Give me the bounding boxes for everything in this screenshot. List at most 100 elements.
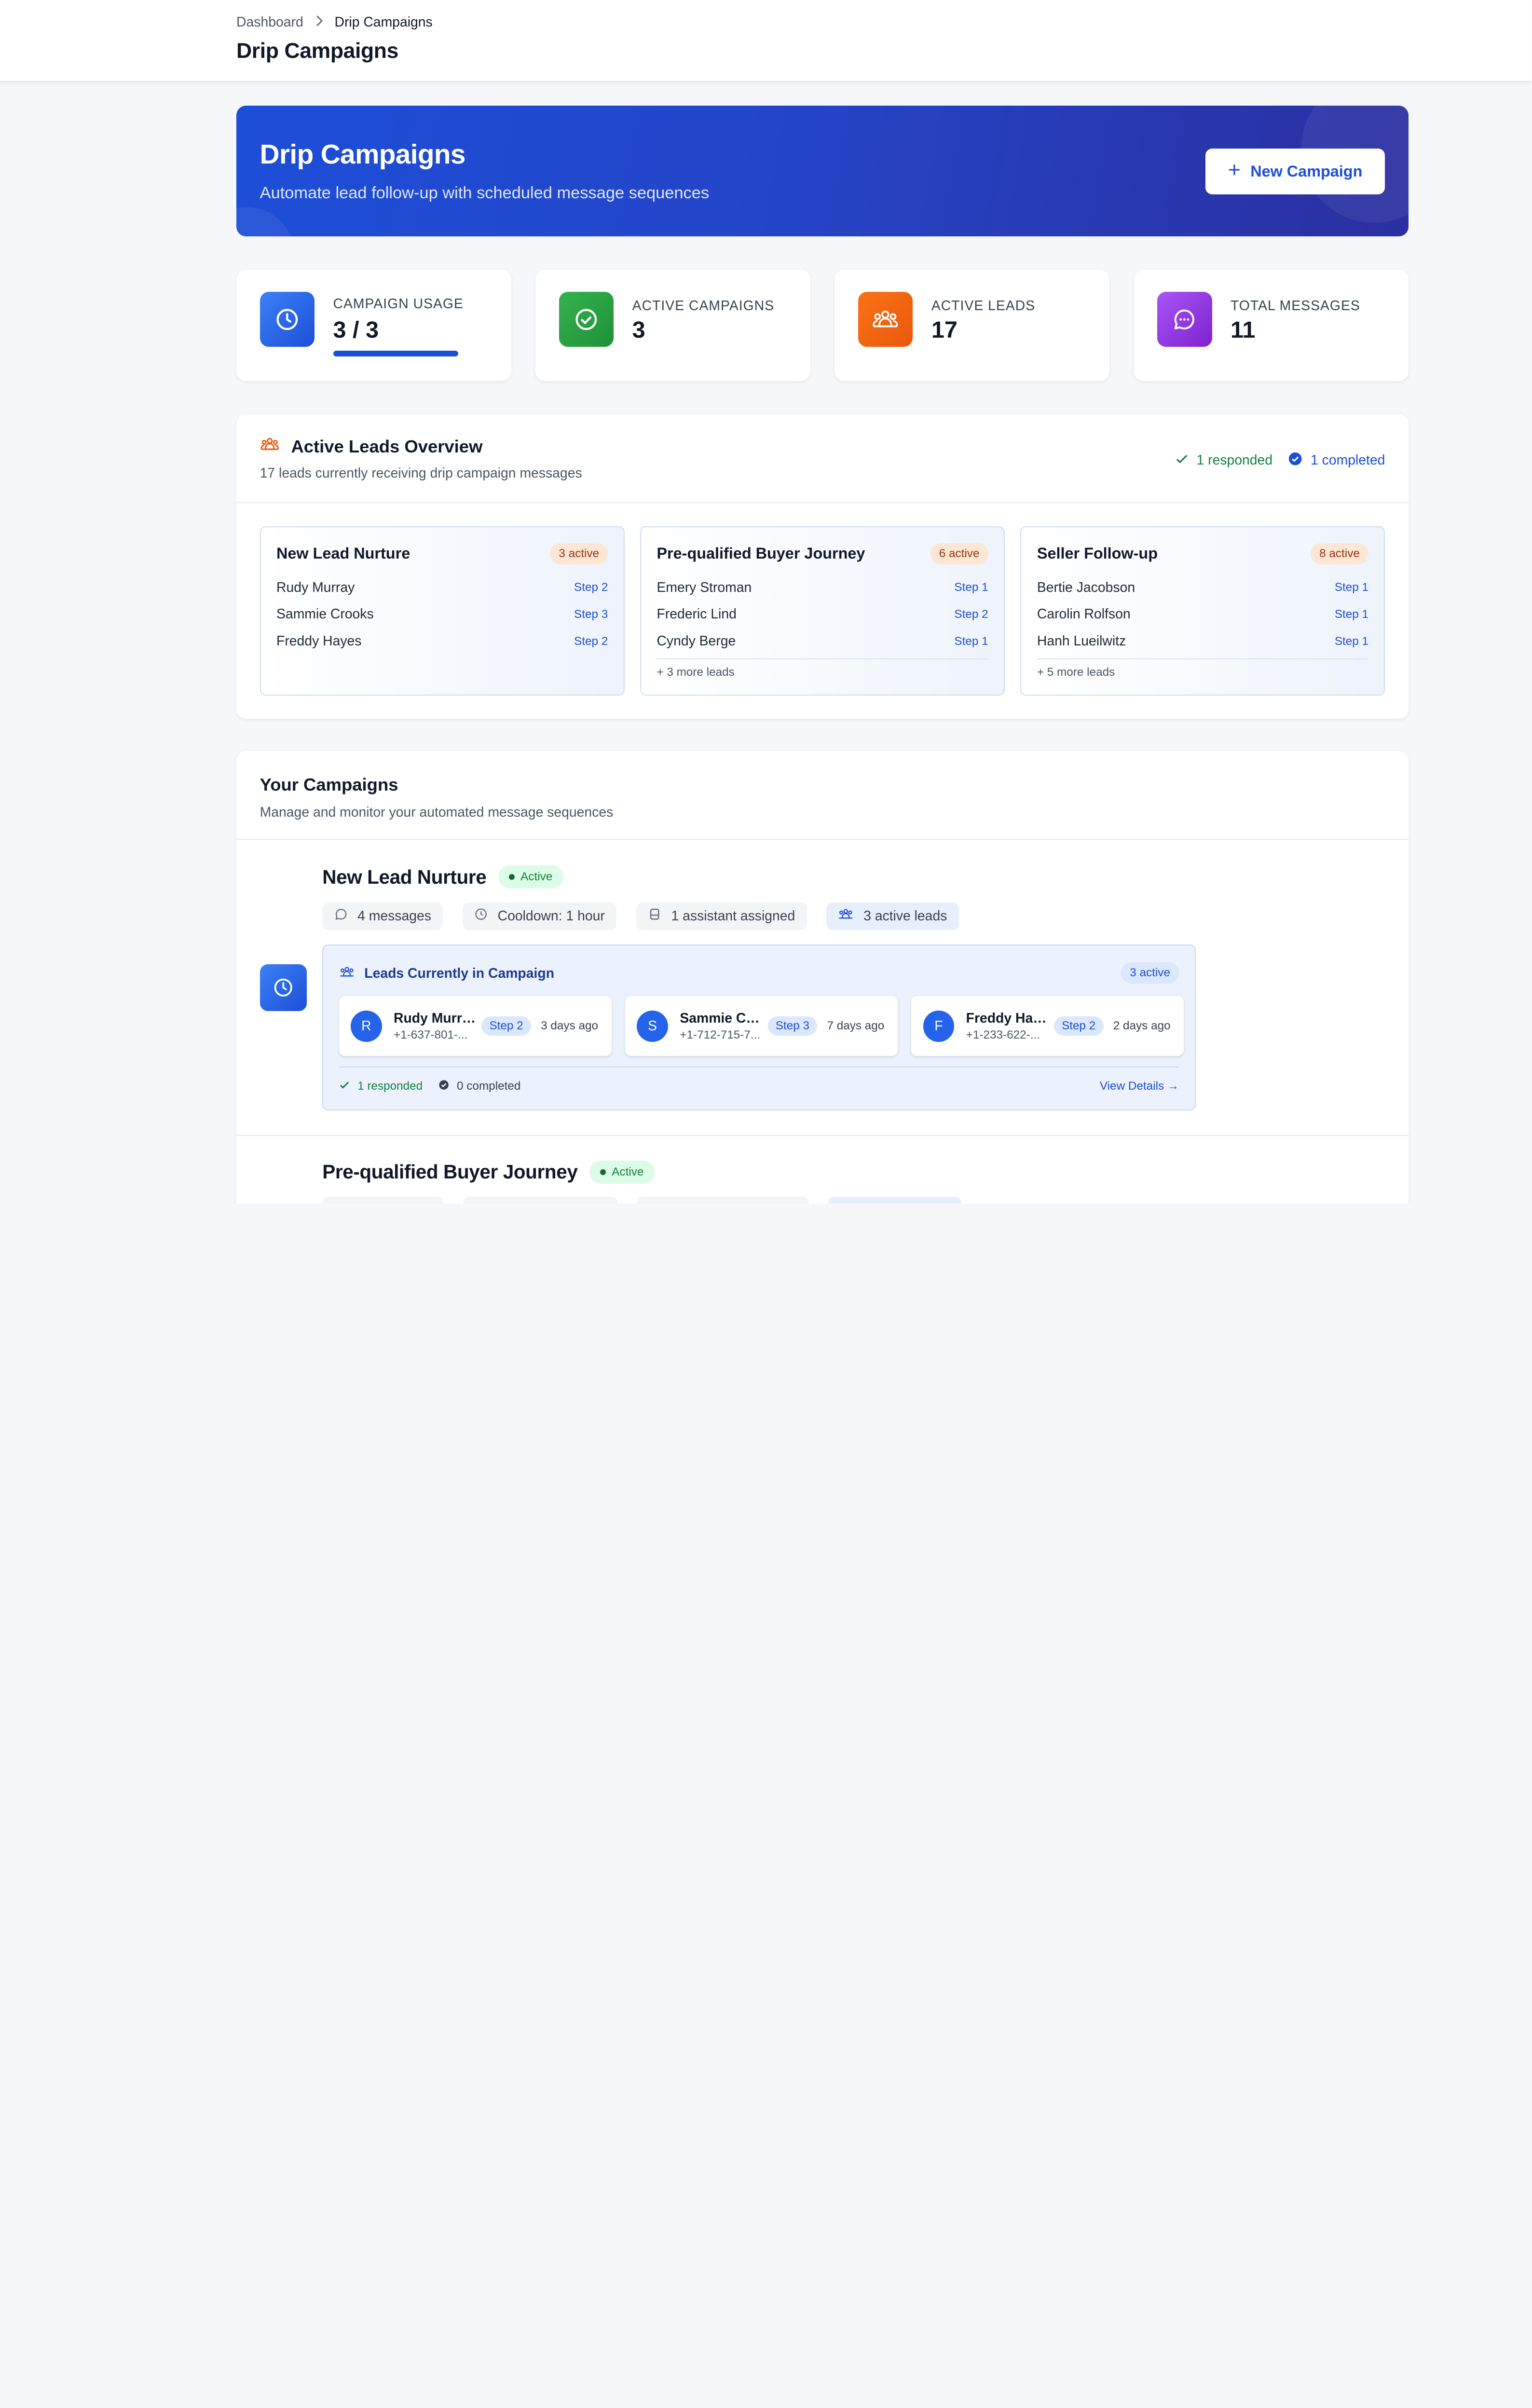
- active-count-badge: 3 active: [550, 543, 608, 565]
- chip: [828, 1196, 961, 1204]
- check-badge-icon: [438, 1080, 449, 1094]
- users-icon: [858, 292, 913, 347]
- overview-column[interactable]: Seller Follow-up 8 active Bertie Jacobso…: [1020, 526, 1385, 696]
- campaigns-title: Your Campaigns: [260, 774, 398, 794]
- clock-icon: [260, 292, 315, 347]
- lead-step: Step 2: [574, 634, 608, 648]
- assistants-label: 1 assistant assigned: [671, 908, 795, 924]
- responded-count: 1 responded: [339, 1080, 423, 1094]
- lead-step: Step 2: [954, 607, 988, 621]
- chat-icon: [1157, 292, 1212, 347]
- status-label: Active: [612, 1165, 644, 1178]
- lead-name: Rudy Murray: [394, 1010, 476, 1026]
- messages-chip: 4 messages: [322, 903, 443, 930]
- leads-count-badge: 3 active: [1121, 962, 1179, 984]
- stat-label: ACTIVE CAMPAIGNS: [632, 298, 775, 314]
- leads-box-title-label: Leads Currently in Campaign: [364, 966, 555, 982]
- lead-cards: R Rudy Murray +1-637-801-... Step 2 3 da…: [339, 996, 1184, 1056]
- lead-time: 3 days ago: [541, 1019, 598, 1033]
- stats-row: CAMPAIGN USAGE 3 / 3 ACTIVE CAMPAIGNS 3 …: [236, 269, 1409, 381]
- campaign-chips: 4 messages Cooldown: 1 hour 1 assistant …: [322, 903, 959, 930]
- lead-time: 2 days ago: [1113, 1019, 1171, 1033]
- status-badge: Active: [589, 1160, 655, 1184]
- more-leads[interactable]: + 3 more leads: [657, 658, 988, 679]
- lead-name: Emery Stroman: [657, 579, 752, 595]
- overview-column[interactable]: New Lead Nurture 3 active Rudy Murray St…: [260, 526, 625, 696]
- lead-row[interactable]: Sammie Crooks Step 3: [276, 601, 608, 628]
- lead-name: Rudy Murray: [276, 579, 355, 595]
- lead-step: Step 1: [1334, 634, 1369, 648]
- avatar: R: [350, 1010, 382, 1042]
- chat-icon: [334, 907, 348, 925]
- leads-in-campaign: Leads Currently in Campaign 3 active R R…: [322, 944, 1196, 1111]
- lead-name: Sammie Cr...: [680, 1010, 762, 1026]
- lead-phone: +1-233-622-...: [966, 1028, 1040, 1041]
- lead-step: Step 1: [1334, 607, 1369, 621]
- responded-count: 1 responded: [1175, 452, 1272, 470]
- stat-campaign-usage: CAMPAIGN USAGE 3 / 3: [236, 269, 511, 381]
- avatar: S: [637, 1010, 669, 1042]
- status-badge: Active: [498, 865, 563, 889]
- column-title: Pre-qualified Buyer Journey: [657, 545, 865, 562]
- lead-row[interactable]: Cyndy Berge Step 1: [657, 628, 988, 655]
- lead-row[interactable]: Rudy Murray Step 2: [276, 574, 608, 601]
- assistant-icon: [648, 907, 661, 925]
- overview-column[interactable]: Pre-qualified Buyer Journey 6 active Eme…: [640, 526, 1005, 696]
- stat-value: 3: [632, 317, 645, 343]
- leads-box-title: Leads Currently in Campaign: [339, 965, 554, 983]
- active-leads-chip: 3 active leads: [826, 903, 959, 930]
- check-circle-icon: [559, 292, 614, 347]
- hero-banner: Drip Campaigns Automate lead follow-up w…: [236, 105, 1409, 237]
- page-title: Drip Campaigns: [236, 39, 398, 63]
- usage-progress-fill: [333, 350, 458, 357]
- completed-count: 1 completed: [1288, 452, 1385, 470]
- campaign-header: New Lead Nurture Active: [322, 865, 563, 889]
- lead-name: Cyndy Berge: [657, 633, 736, 649]
- responded-label: 1 responded: [357, 1080, 423, 1093]
- lead-row[interactable]: Hanh Lueilwitz Step 1: [1037, 628, 1368, 655]
- hero-title: Drip Campaigns: [260, 139, 466, 170]
- clock-icon: [474, 907, 488, 925]
- column-title: New Lead Nurture: [276, 545, 410, 562]
- campaign-name[interactable]: Pre-qualified Buyer Journey: [322, 1161, 578, 1183]
- lead-step: Step 1: [1334, 581, 1369, 594]
- lead-step: Step 1: [954, 581, 988, 594]
- lead-row[interactable]: Freddy Hayes Step 2: [276, 628, 608, 655]
- avatar: F: [923, 1010, 955, 1042]
- plus-icon: +: [1228, 158, 1241, 182]
- breadcrumb-current: Drip Campaigns: [334, 14, 433, 30]
- chevron-right-icon: [315, 15, 323, 30]
- lead-row[interactable]: Bertie Jacobson Step 1: [1037, 574, 1368, 601]
- lead-step: Step 1: [954, 634, 988, 648]
- lead-card[interactable]: R Rudy Murray +1-637-801-... Step 2 3 da…: [339, 996, 612, 1056]
- active-count-badge: 8 active: [1310, 543, 1369, 565]
- stat-total-messages: TOTAL MESSAGES 11: [1134, 269, 1409, 381]
- lead-card[interactable]: F Freddy Hay... +1-233-622-... Step 2 2 …: [911, 996, 1184, 1056]
- lead-row[interactable]: Emery Stroman Step 1: [657, 574, 988, 601]
- completed-count: 0 completed: [438, 1080, 520, 1094]
- campaign-name[interactable]: New Lead Nurture: [322, 866, 486, 889]
- more-leads[interactable]: + 5 more leads: [1037, 658, 1369, 679]
- campaign-chips: [322, 1196, 961, 1204]
- campaigns-subtitle: Manage and monitor your automated messag…: [260, 805, 614, 821]
- users-icon: [260, 436, 280, 457]
- check-icon: [1175, 452, 1189, 469]
- lead-time: 7 days ago: [827, 1019, 885, 1033]
- lead-step-badge: Step 2: [481, 1016, 531, 1036]
- lead-name: Bertie Jacobson: [1037, 579, 1135, 595]
- new-campaign-button[interactable]: + New Campaign: [1205, 148, 1385, 194]
- breadcrumb-dashboard[interactable]: Dashboard: [236, 14, 303, 30]
- lead-name: Sammie Crooks: [276, 606, 374, 622]
- lead-name: Hanh Lueilwitz: [1037, 633, 1126, 649]
- users-icon: [339, 965, 355, 983]
- lead-row[interactable]: Carolin Rolfson Step 1: [1037, 601, 1368, 628]
- stat-value: 3 / 3: [333, 317, 379, 343]
- your-campaigns-card: Your Campaigns Manage and monitor your a…: [236, 751, 1409, 1204]
- active-count-badge: 6 active: [930, 543, 988, 565]
- lead-card[interactable]: S Sammie Cr... +1-712-715-7... Step 3 7 …: [625, 996, 898, 1056]
- view-details-link[interactable]: View Details →: [1100, 1080, 1179, 1093]
- lead-row[interactable]: Frederic Lind Step 2: [657, 601, 988, 628]
- divider: [236, 502, 1409, 503]
- usage-progress-bar: [333, 350, 458, 357]
- new-campaign-label: New Campaign: [1250, 162, 1363, 180]
